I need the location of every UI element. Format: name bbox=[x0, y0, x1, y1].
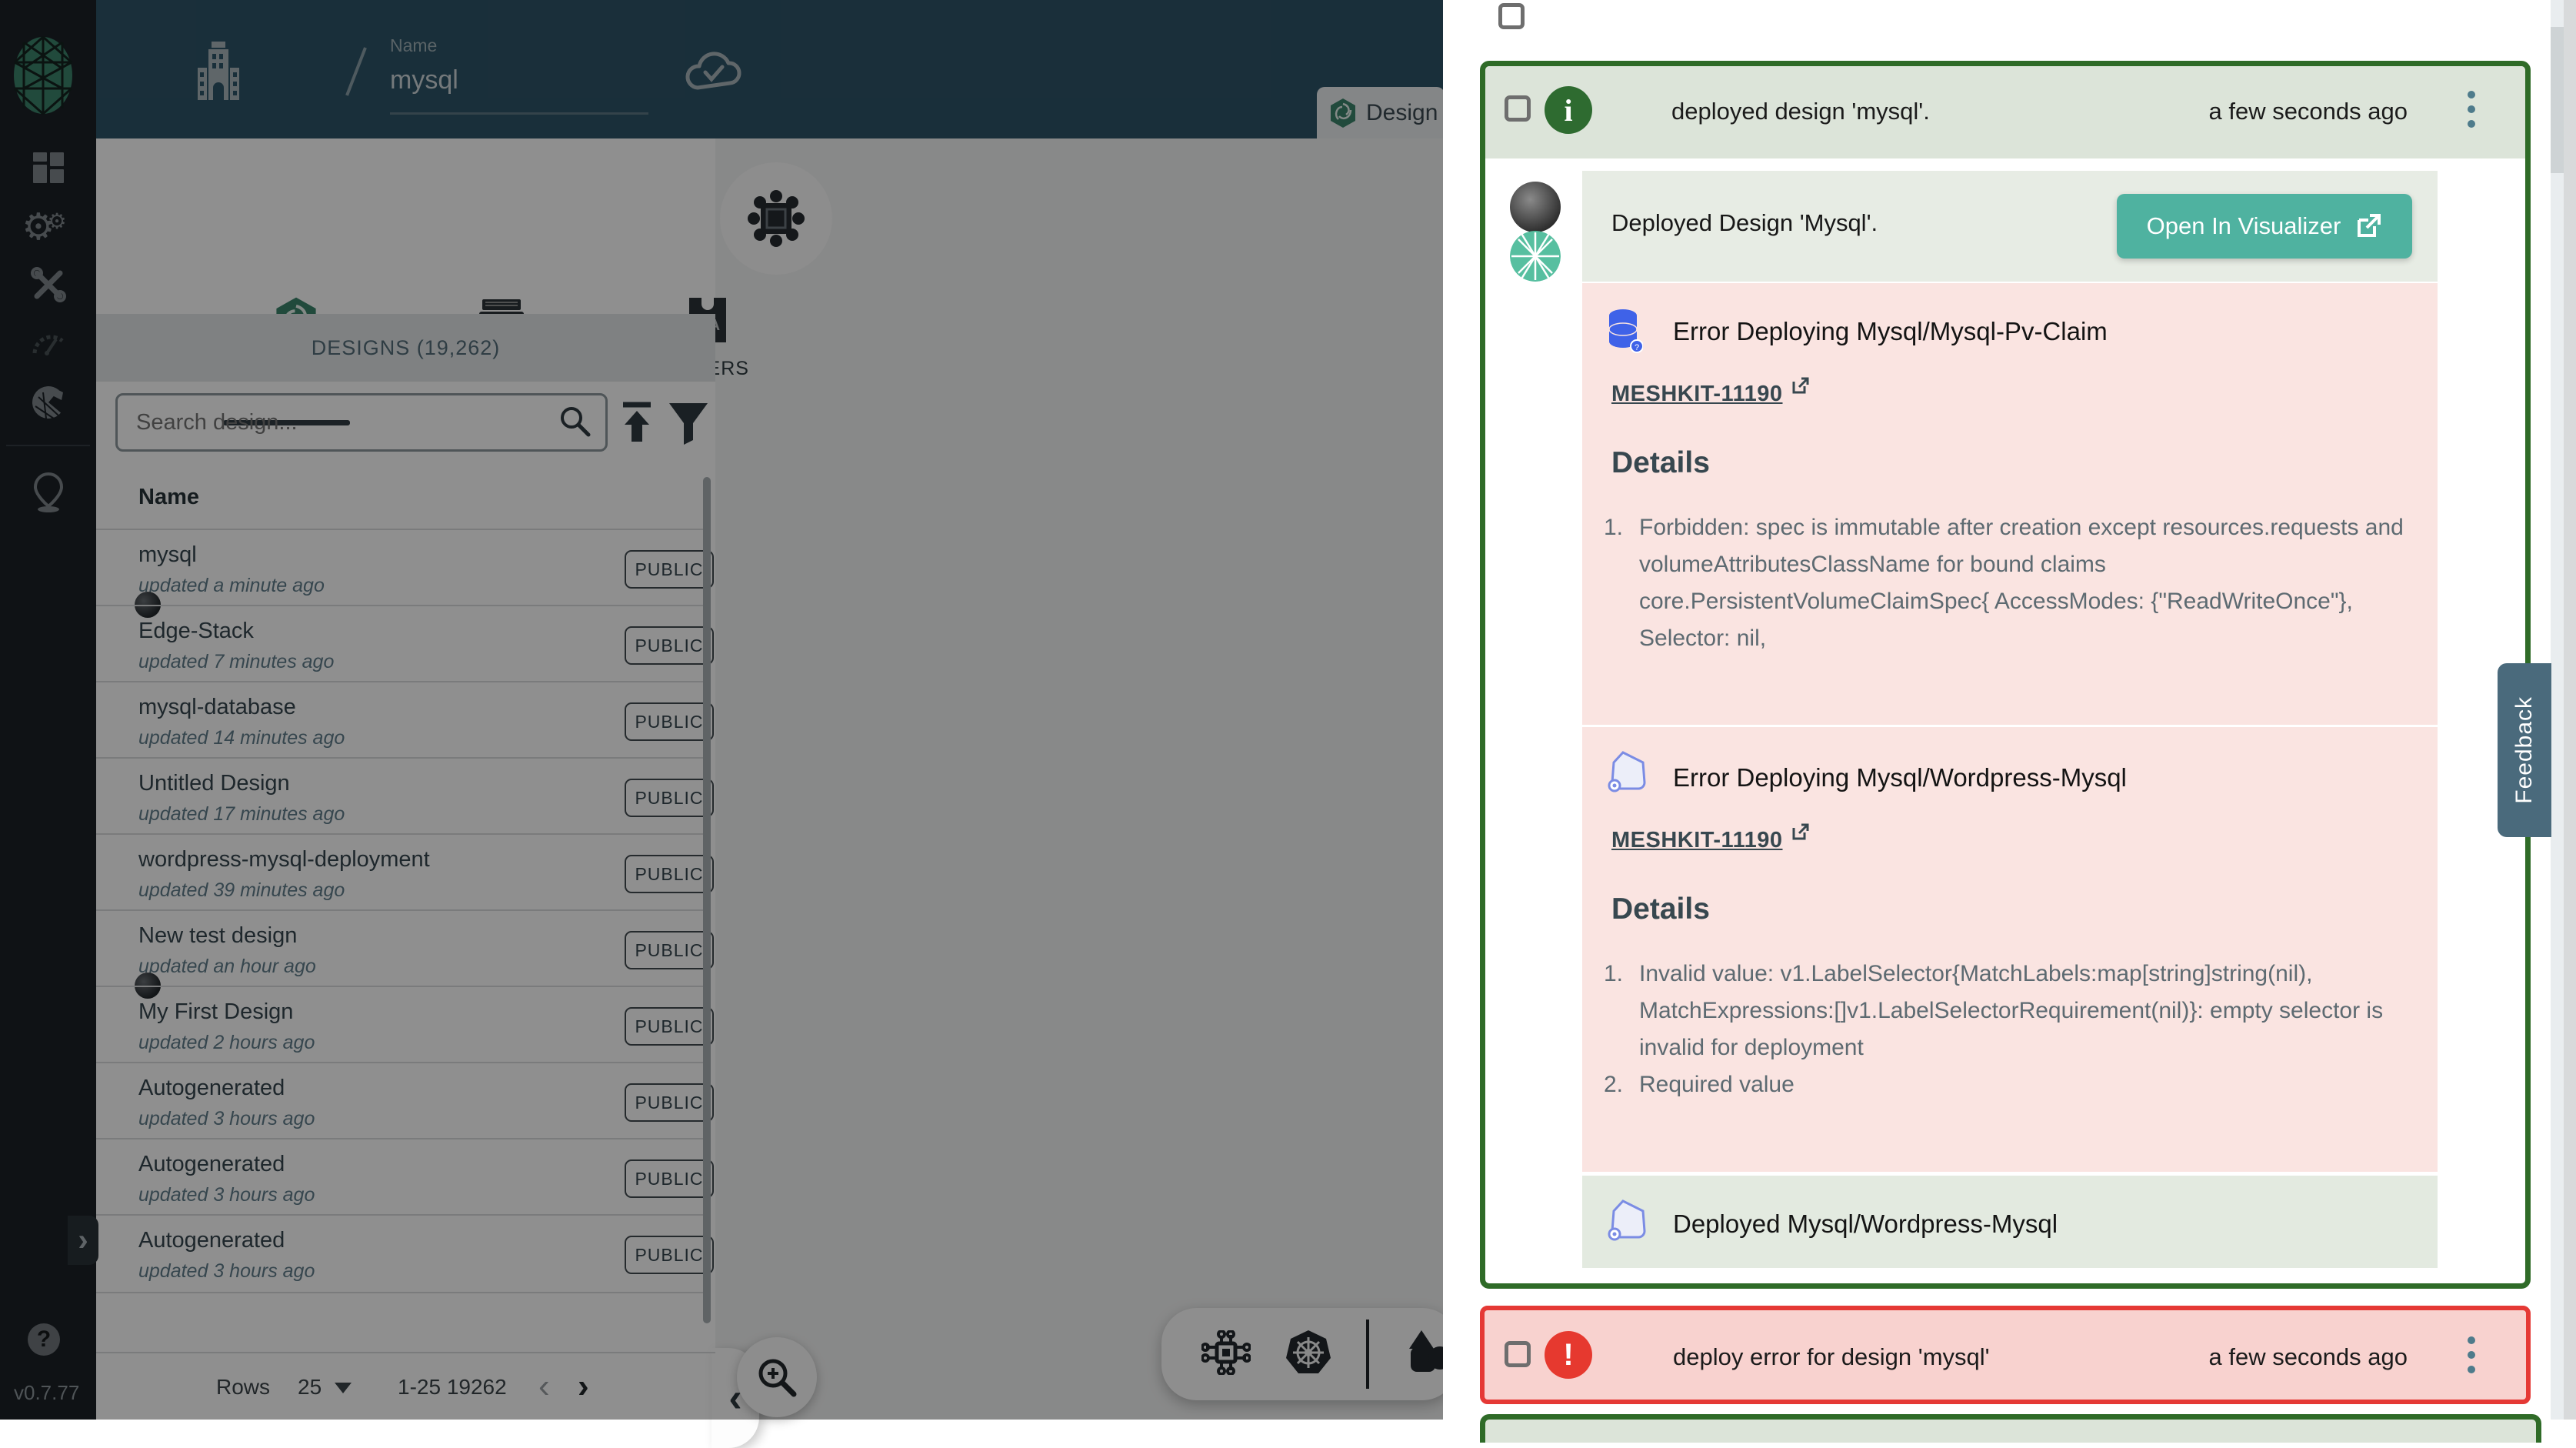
info-icon: i bbox=[1545, 86, 1592, 134]
external-link-icon bbox=[1791, 375, 1811, 395]
meshkit-link[interactable]: MESHKIT-11190 bbox=[1611, 382, 1783, 407]
notification-title: deployed design 'mysql'. bbox=[1671, 98, 1930, 125]
error-details-list: 1. Invalid value: v1.LabelSelector{Match… bbox=[1604, 956, 2421, 1103]
notification-menu-button[interactable] bbox=[2468, 1336, 2475, 1373]
feedback-label: Feedback bbox=[2511, 696, 2538, 804]
details-heading: Details bbox=[1611, 446, 1710, 480]
notification-time: a few seconds ago bbox=[2146, 1343, 2408, 1371]
error-detail-item: Required value bbox=[1639, 1066, 1795, 1103]
list-marker: 1. bbox=[1604, 956, 1639, 1066]
list-marker: 2. bbox=[1604, 1066, 1639, 1103]
user-avatar bbox=[1510, 182, 1561, 232]
notification-checkbox[interactable] bbox=[1505, 1341, 1531, 1367]
deployed-summary-text: Deployed Design 'Mysql'. bbox=[1611, 209, 1878, 237]
svg-text:?: ? bbox=[1635, 343, 1639, 352]
meshkit-link-row: MESHKIT-11190 bbox=[1611, 382, 1811, 407]
meshery-avatar bbox=[1510, 231, 1561, 282]
error-icon: ! bbox=[1545, 1331, 1592, 1379]
meshkit-link[interactable]: MESHKIT-11190 bbox=[1611, 828, 1783, 853]
list-marker: 1. bbox=[1604, 509, 1639, 657]
error-section bbox=[1582, 283, 2438, 725]
deployment-pentagon-icon bbox=[1608, 750, 1649, 797]
feedback-tab[interactable]: Feedback bbox=[2498, 663, 2551, 837]
error-detail-item: Forbidden: spec is immutable after creat… bbox=[1639, 509, 2421, 657]
select-all-checkbox[interactable] bbox=[1498, 3, 1525, 29]
external-link-icon bbox=[2354, 212, 2382, 240]
error-details-list: 1. Forbidden: spec is immutable after cr… bbox=[1604, 509, 2421, 657]
deployed-success-text: Deployed Mysql/Wordpress-Mysql bbox=[1673, 1209, 2058, 1239]
notification-card-partial[interactable] bbox=[1480, 1414, 2541, 1443]
open-in-visualizer-label: Open In Visualizer bbox=[2147, 212, 2341, 240]
notification-title: deploy error for design 'mysql' bbox=[1673, 1343, 1990, 1371]
notification-checkbox[interactable] bbox=[1505, 95, 1531, 122]
error-detail-item: Invalid value: v1.LabelSelector{MatchLab… bbox=[1639, 956, 2421, 1066]
meshkit-link-row: MESHKIT-11190 bbox=[1611, 828, 1811, 853]
pvc-database-icon: ? bbox=[1606, 308, 1643, 358]
error-title: Error Deploying Mysql/Wordpress-Mysql bbox=[1673, 763, 2127, 792]
error-title: Error Deploying Mysql/Mysql-Pv-Claim bbox=[1673, 317, 2108, 346]
notification-scrollbar-thumb[interactable] bbox=[2551, 27, 2564, 173]
notification-time: a few seconds ago bbox=[2146, 98, 2408, 125]
error-section bbox=[1582, 727, 2438, 1172]
deployment-pentagon-icon bbox=[1608, 1199, 1649, 1246]
notification-menu-button[interactable] bbox=[2468, 91, 2475, 128]
modal-dim-overlay bbox=[0, 0, 1443, 1420]
notification-scrollbar-track[interactable] bbox=[2551, 0, 2564, 1420]
page-scrollbar[interactable] bbox=[2564, 0, 2576, 1420]
open-in-visualizer-button[interactable]: Open In Visualizer bbox=[2117, 194, 2412, 259]
external-link-icon bbox=[1791, 822, 1811, 842]
details-heading: Details bbox=[1611, 892, 1710, 926]
